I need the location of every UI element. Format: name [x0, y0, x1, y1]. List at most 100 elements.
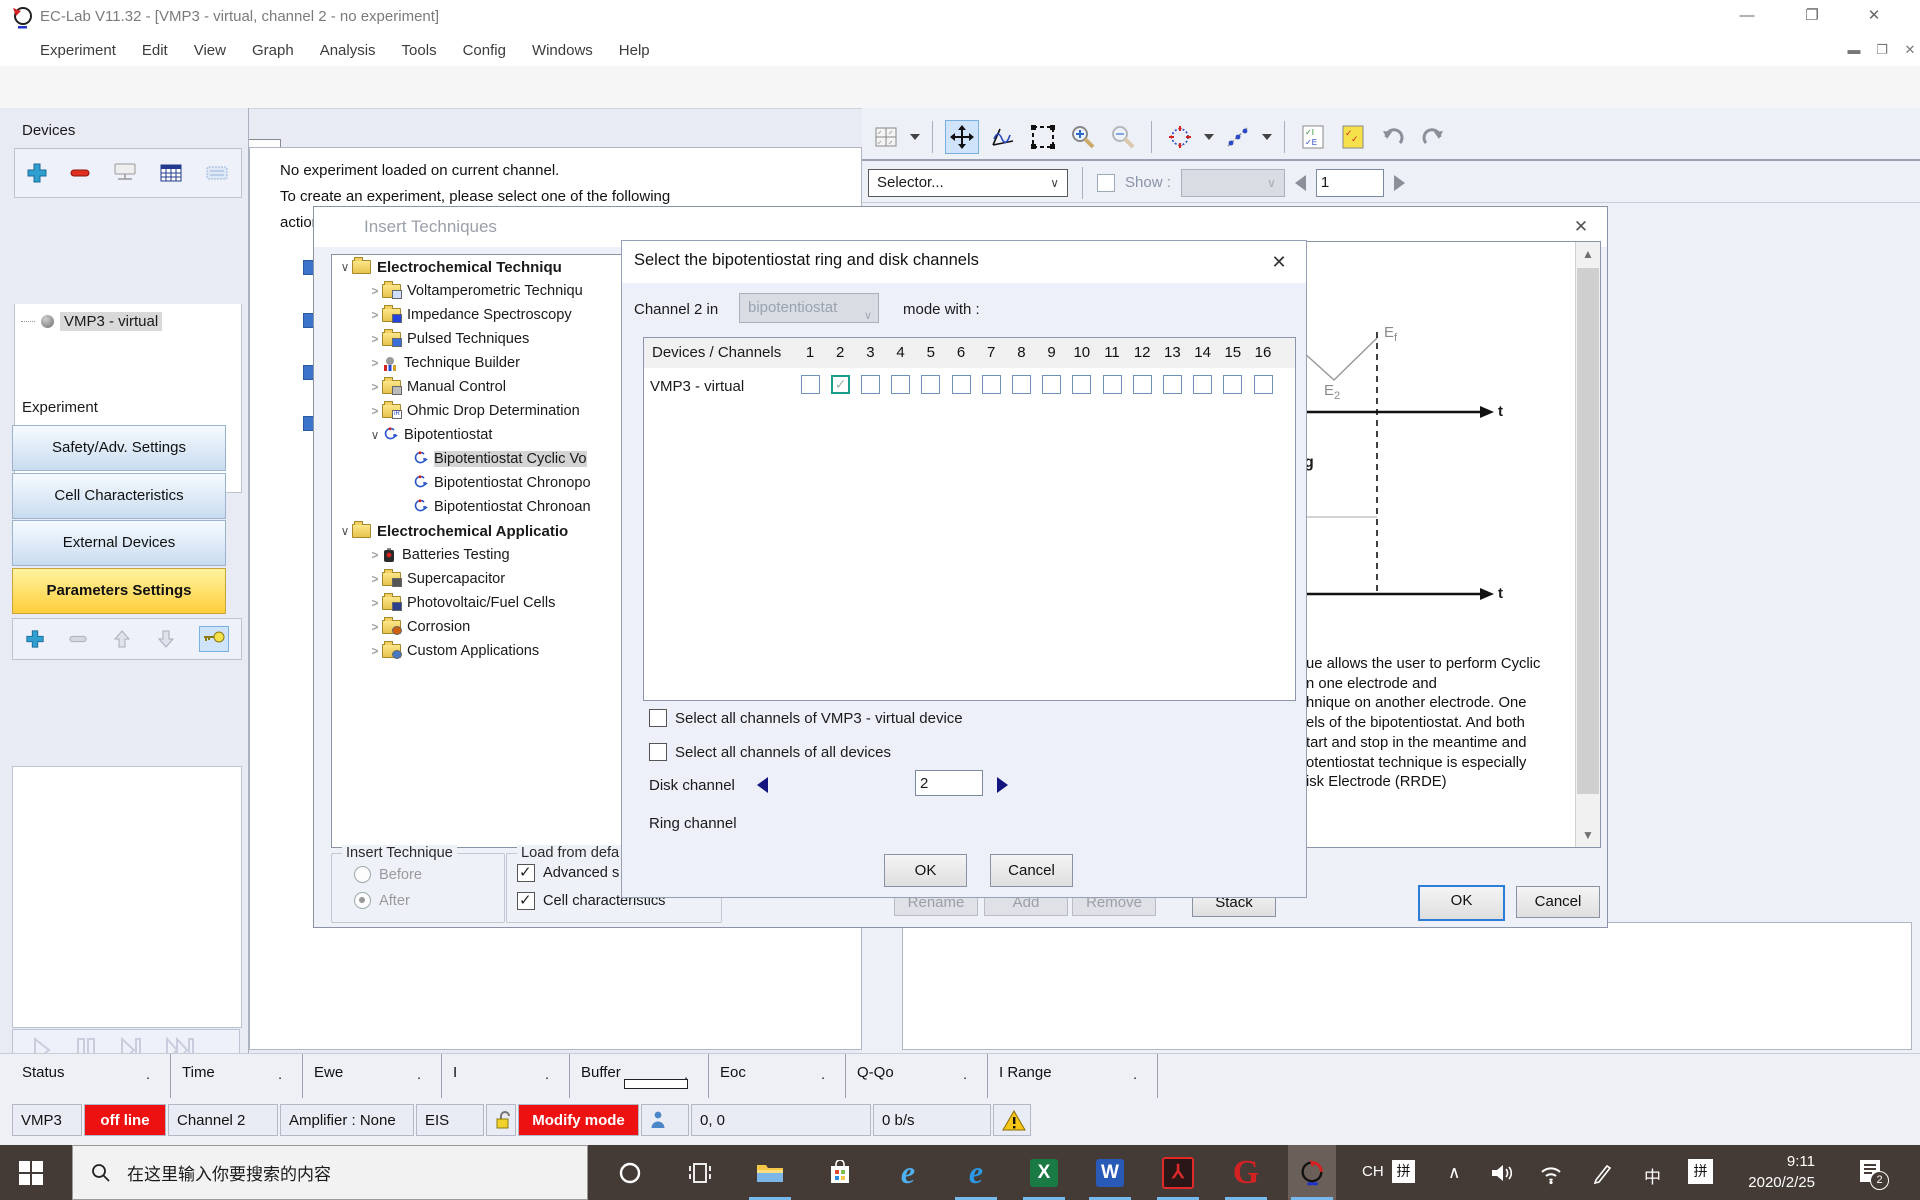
move-up-icon[interactable]	[112, 629, 132, 649]
channel-checkbox-11[interactable]	[1103, 375, 1122, 394]
eclab-taskbar-icon[interactable]	[1288, 1145, 1336, 1200]
tree-item-technique-builder[interactable]: >Technique Builder	[332, 351, 628, 375]
chevron-right-icon[interactable]: >	[368, 356, 382, 370]
tree-item-electrochemical-techniqu[interactable]: ∨Electrochemical Techniqu	[332, 255, 628, 279]
tray-pinyin-icon[interactable]: 拼	[1392, 1160, 1415, 1183]
advanced-settings-checkbox[interactable]: Advanced s	[517, 864, 619, 882]
checklist-icon[interactable]: ✓✓	[1337, 121, 1369, 153]
device-tree-item[interactable]: VMP3 - virtual	[21, 312, 162, 331]
data-points-icon[interactable]	[1222, 121, 1254, 153]
chevron-right-icon[interactable]: >	[368, 548, 382, 562]
redo-icon[interactable]	[1417, 121, 1449, 153]
scroll-down-icon[interactable]: ▼	[1576, 823, 1600, 847]
tree-item-photovoltaic-fuel-cells[interactable]: >Photovoltaic/Fuel Cells	[332, 591, 628, 615]
channel-checkbox-10[interactable]	[1072, 375, 1091, 394]
task-view-icon[interactable]	[676, 1145, 724, 1200]
zoom-window-icon[interactable]	[1027, 121, 1059, 153]
channel-checkbox-7[interactable]	[982, 375, 1001, 394]
pen-icon[interactable]	[1592, 1162, 1614, 1184]
parameters-settings-button[interactable]: Parameters Settings	[12, 568, 226, 614]
g-app-icon[interactable]: G	[1222, 1145, 1270, 1200]
chevron-right-icon[interactable]: >	[368, 308, 382, 322]
rescale-dropdown-arrow[interactable]	[1204, 134, 1214, 140]
zoom-axes-icon[interactable]	[987, 121, 1019, 153]
channel-checkbox-13[interactable]	[1163, 375, 1182, 394]
virtual-device-icon[interactable]	[204, 163, 230, 183]
device-monitor-icon[interactable]	[112, 162, 138, 184]
add-device-icon[interactable]	[26, 162, 48, 184]
channel-checkbox-9[interactable]	[1042, 375, 1061, 394]
channel-dialog-close-icon[interactable]: ✕	[1266, 250, 1292, 274]
show-checkbox[interactable]	[1097, 174, 1115, 192]
chevron-right-icon[interactable]: >	[368, 332, 382, 346]
channel-checkbox-1[interactable]	[801, 375, 820, 394]
ive-display-icon[interactable]: ✓I✓E	[1297, 121, 1329, 153]
description-scrollbar[interactable]: ▲ ▼	[1575, 242, 1600, 847]
channel-ok-button[interactable]: OK	[884, 854, 967, 887]
scrollbar-thumb[interactable]	[1577, 268, 1599, 794]
minimize-button[interactable]: —	[1735, 6, 1759, 26]
radio-after[interactable]: After	[354, 892, 410, 909]
menu-help[interactable]: Help	[619, 42, 650, 59]
remove-technique-icon[interactable]	[68, 635, 88, 643]
radio-before[interactable]: Before	[354, 866, 422, 883]
close-button[interactable]: ✕	[1862, 6, 1886, 26]
channel-checkbox-4[interactable]	[891, 375, 910, 394]
chevron-down-icon[interactable]: ∨	[368, 428, 382, 442]
points-dropdown-arrow[interactable]	[1262, 134, 1272, 140]
cortana-icon[interactable]	[606, 1145, 654, 1200]
tray-pinyin-box-icon[interactable]: 拼	[1688, 1159, 1713, 1184]
chevron-right-icon[interactable]: >	[368, 380, 382, 394]
mdi-restore-button[interactable]: ❐	[1871, 41, 1893, 59]
volume-icon[interactable]	[1490, 1162, 1514, 1184]
layout-dropdown-arrow[interactable]	[910, 134, 920, 140]
store-icon[interactable]	[816, 1145, 864, 1200]
hidden-icons-chevron[interactable]: ∧	[1448, 1163, 1460, 1183]
zoom-in-icon[interactable]	[1067, 121, 1099, 153]
tree-item-impedance-spectroscopy[interactable]: >Impedance Spectroscopy	[332, 303, 628, 327]
tray-language-label[interactable]: CH	[1362, 1163, 1384, 1180]
channel-checkbox-15[interactable]	[1223, 375, 1242, 394]
page-number-input[interactable]: 1	[1316, 169, 1384, 197]
tree-item-bipotentiostat-chronoan[interactable]: Bipotentiostat Chronoan	[332, 495, 628, 519]
insert-dialog-close-icon[interactable]: ✕	[1569, 216, 1593, 238]
channel-grid-icon[interactable]	[159, 163, 183, 183]
insert-cancel-button[interactable]: Cancel	[1516, 886, 1600, 918]
channel-cancel-button[interactable]: Cancel	[990, 854, 1073, 887]
menu-windows[interactable]: Windows	[532, 42, 593, 59]
external-devices-button[interactable]: External Devices	[12, 520, 226, 566]
tree-item-supercapacitor[interactable]: >Supercapacitor	[332, 567, 628, 591]
chevron-right-icon[interactable]: >	[368, 284, 382, 298]
disk-next-arrow[interactable]	[997, 777, 1008, 793]
tree-item-bipotentiostat[interactable]: ∨Bipotentiostat	[332, 423, 628, 447]
mdi-close-button[interactable]: ✕	[1899, 41, 1920, 59]
cell-characteristics-button[interactable]: Cell Characteristics	[12, 473, 226, 519]
zoom-out-icon[interactable]	[1107, 121, 1139, 153]
tree-item-pulsed-techniques[interactable]: >Pulsed Techniques	[332, 327, 628, 351]
menu-graph[interactable]: Graph	[252, 42, 294, 59]
modify-key-button[interactable]	[199, 626, 229, 652]
chevron-right-icon[interactable]: >	[368, 572, 382, 586]
taskbar-search-input[interactable]: 在这里输入你要搜索的内容	[72, 1145, 588, 1200]
channel-checkbox-6[interactable]	[952, 375, 971, 394]
chevron-right-icon[interactable]: >	[368, 620, 382, 634]
tray-chinese-label[interactable]: 中	[1644, 1163, 1661, 1188]
tree-item-manual-control[interactable]: >Manual Control	[332, 375, 628, 399]
rescale-icon[interactable]	[1164, 121, 1196, 153]
tree-item-bipotentiostat-cyclic-vo[interactable]: Bipotentiostat Cyclic Vo	[332, 447, 628, 471]
menu-experiment[interactable]: Experiment	[40, 42, 116, 59]
word-icon[interactable]: W	[1086, 1145, 1134, 1200]
tree-item-electrochemical-applicatio[interactable]: ∨Electrochemical Applicatio	[332, 519, 628, 543]
start-button-icon[interactable]	[18, 1160, 44, 1186]
select-all-checkbox[interactable]: Select all channels of all devices	[649, 743, 891, 761]
chevron-right-icon[interactable]: >	[368, 404, 382, 418]
prev-page-arrow[interactable]	[1295, 175, 1306, 191]
file-explorer-icon[interactable]	[746, 1145, 794, 1200]
excel-icon[interactable]: X	[1020, 1145, 1068, 1200]
channel-checkbox-3[interactable]	[861, 375, 880, 394]
menu-tools[interactable]: Tools	[402, 42, 437, 59]
channel-checkbox-12[interactable]	[1133, 375, 1152, 394]
tree-item-ohmic-drop-determination[interactable]: >iROhmic Drop Determination	[332, 399, 628, 423]
next-page-arrow[interactable]	[1394, 175, 1405, 191]
channel-checkbox-2[interactable]	[831, 375, 850, 394]
